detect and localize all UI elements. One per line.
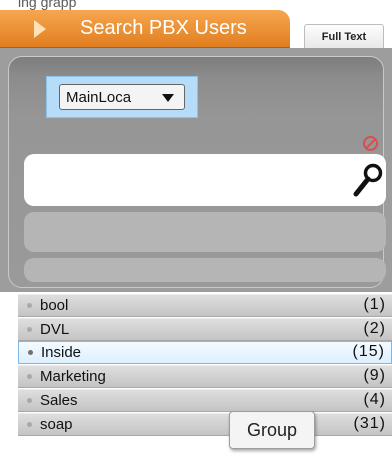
bullet-icon (28, 350, 33, 355)
group-count: (1) (363, 296, 386, 313)
group-name: Inside (41, 344, 82, 361)
pbx-user-search-panel: ing grapp Search PBX Users Full Text Mai… (0, 0, 392, 473)
group-name: DVL (40, 321, 70, 338)
location-dropdown-value: MainLoca (66, 89, 132, 106)
search-icon[interactable] (348, 160, 388, 200)
group-row[interactable]: soap (31) (18, 413, 392, 436)
location-select-highlight: MainLoca (46, 76, 198, 118)
group-count: (9) (363, 367, 386, 384)
clear-icon[interactable] (363, 136, 378, 151)
search-result-bar (24, 212, 386, 252)
group-count: (15) (352, 343, 385, 360)
clipped-text-fragment: ing grapp (18, 0, 77, 10)
group-name: soap (40, 416, 73, 433)
group-count: (4) (363, 391, 386, 408)
tab-search-label: Search PBX Users (80, 17, 247, 39)
chevron-down-icon (162, 94, 174, 102)
bullet-icon (27, 422, 32, 427)
group-name: Sales (40, 392, 78, 409)
group-name: bool (40, 297, 69, 314)
group-row-selected[interactable]: Inside (15) (18, 341, 392, 364)
group-row[interactable]: bool (1) (18, 294, 392, 317)
group-count: (2) (363, 320, 386, 337)
search-input[interactable] (24, 154, 386, 206)
clipped-top-text: ing grapp (0, 0, 392, 10)
group-row[interactable]: DVL (2) (18, 318, 392, 341)
bullet-icon (27, 327, 32, 332)
group-count: (31) (353, 415, 386, 432)
tab-full-text[interactable]: Full Text (304, 24, 384, 49)
play-icon (34, 20, 46, 38)
group-row[interactable]: Marketing (9) (18, 365, 392, 388)
bullet-icon (27, 374, 32, 379)
group-tooltip: Group (229, 411, 315, 449)
search-footer-bar (24, 258, 386, 282)
bullet-icon (27, 303, 32, 308)
bullet-icon (27, 398, 32, 403)
group-name: Marketing (40, 368, 106, 385)
tab-search-pbx-users[interactable]: Search PBX Users (0, 10, 290, 48)
group-row[interactable]: Sales (4) (18, 389, 392, 412)
location-dropdown[interactable]: MainLoca (59, 84, 185, 110)
